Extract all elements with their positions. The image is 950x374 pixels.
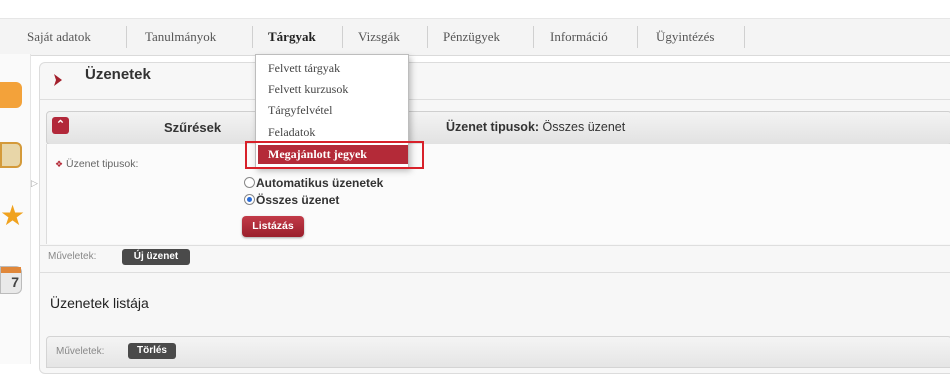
dropdown-item-tasks[interactable]: Feladatok — [268, 125, 315, 140]
dropdown-item-enrolled-subjects[interactable]: Felvett tárgyak — [268, 61, 340, 76]
divider — [39, 99, 950, 100]
menu-divider — [744, 26, 745, 48]
menu-item-personal-data[interactable]: Saját adatok — [27, 19, 91, 55]
actions-label: Műveletek: — [48, 251, 97, 262]
list-actions-bar — [46, 336, 950, 368]
panel-title: Üzenetek — [85, 66, 151, 83]
dropdown-item-subject-registration[interactable]: Tárgyfelvétel — [268, 103, 332, 118]
sidebar-expand-icon[interactable]: ▷ — [31, 178, 38, 189]
list-actions-label: Műveletek: — [56, 346, 105, 357]
menu-item-administration[interactable]: Ügyintézés — [656, 19, 714, 55]
calendar-icon[interactable] — [0, 82, 22, 108]
menu-divider — [252, 26, 253, 48]
message-types-field: ❖ Üzenet tipusok: — [55, 158, 138, 170]
message-types-label: Üzenet tipusok: — [66, 158, 139, 170]
filter-header-label: Szűrések — [164, 120, 222, 135]
messages-list-title: Üzenetek listája — [50, 295, 149, 311]
menu-divider — [126, 26, 127, 48]
radio-automatic-messages-label[interactable]: Automatikus üzenetek — [256, 176, 383, 190]
delete-button[interactable]: Törlés — [128, 343, 176, 359]
menu-item-studies[interactable]: Tanulmányok — [145, 19, 216, 55]
menu-item-subjects[interactable]: Tárgyak — [268, 19, 316, 55]
menu-item-information[interactable]: Információ — [550, 19, 608, 55]
collapse-toggle-button[interactable]: ⌃ — [52, 117, 69, 134]
filter-summary-label: Üzenet tipusok: — [446, 120, 540, 134]
menu-divider — [342, 26, 343, 48]
left-sidebar: ★ 7 ▷ — [0, 54, 38, 364]
radio-all-messages-label[interactable]: Összes üzenet — [256, 193, 339, 207]
radio-all-messages[interactable] — [244, 194, 255, 205]
filter-summary-value: Összes üzenet — [542, 120, 626, 134]
top-menu-bar: Saját adatok Tanulmányok Tárgyak Vizsgák… — [0, 18, 950, 56]
required-marker-icon: ❖ — [55, 159, 64, 169]
menu-item-finances[interactable]: Pénzügyek — [443, 19, 500, 55]
divider — [39, 245, 950, 246]
chevron-right-icon — [54, 74, 62, 86]
filter-area — [46, 144, 950, 244]
radio-automatic-messages[interactable] — [244, 177, 255, 188]
menu-item-exams[interactable]: Vizsgák — [358, 19, 400, 55]
highlight-box — [245, 141, 424, 169]
menu-divider — [637, 26, 638, 48]
folder-icon[interactable] — [0, 142, 22, 168]
new-message-button[interactable]: Új üzenet — [122, 249, 190, 265]
list-button[interactable]: Listázás — [242, 216, 304, 237]
menu-divider — [533, 26, 534, 48]
divider — [39, 272, 950, 273]
dropdown-item-enrolled-courses[interactable]: Felvett kurzusok — [268, 82, 348, 97]
calendar-date-icon[interactable]: 7 — [0, 266, 22, 294]
star-icon[interactable]: ★ — [0, 202, 25, 230]
filter-summary: Üzenet tipusok: Összes üzenet — [446, 120, 625, 134]
menu-divider — [427, 26, 428, 48]
